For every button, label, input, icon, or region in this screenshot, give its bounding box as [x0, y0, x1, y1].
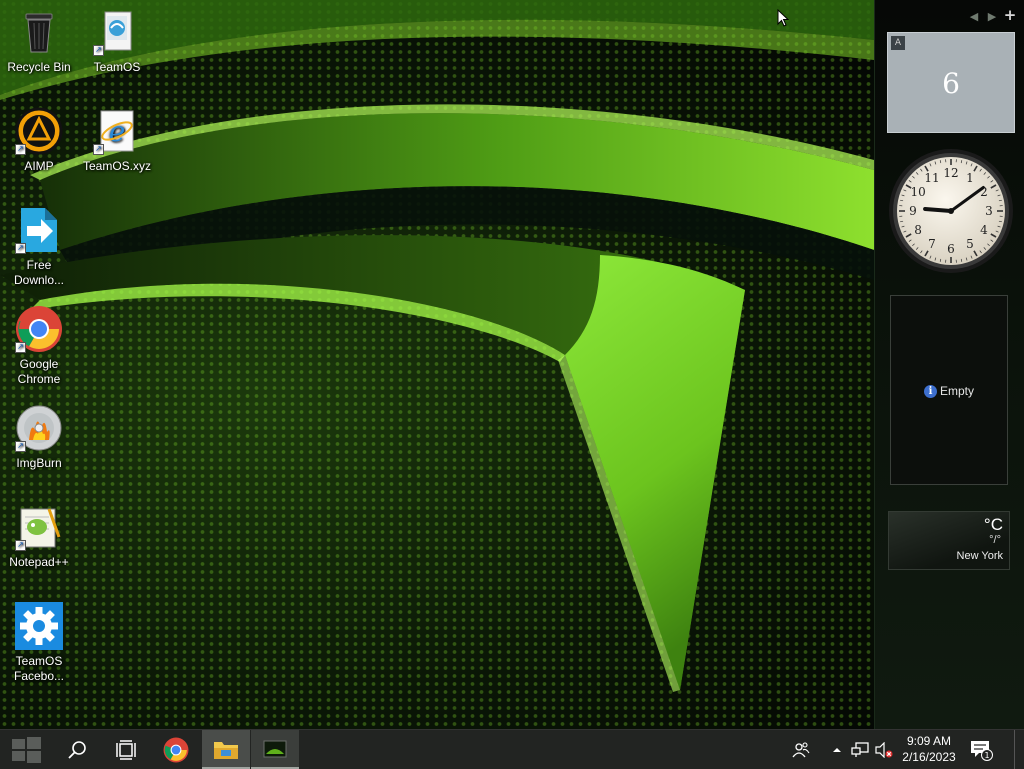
teamos-label: TeamOS [78, 60, 156, 75]
free-download-manager-label: Free Downlo... [0, 258, 78, 288]
weather-temperature: °C [984, 515, 1003, 535]
clock-number: 4 [980, 223, 988, 237]
taskbar-clock[interactable]: 9:09 AM 2/16/2023 [896, 733, 962, 765]
teamos-facebook-desktop-icon[interactable]: TeamOS Facebo... [0, 602, 78, 684]
people-icon [792, 741, 810, 759]
clock-number: 7 [928, 237, 936, 251]
chrome-icon: ↗ [15, 305, 63, 353]
shortcut-arrow-icon: ↗ [15, 540, 26, 551]
shortcut-arrow-icon: ↗ [15, 342, 26, 353]
taskbar-date: 2/16/2023 [896, 749, 962, 765]
svg-text:e: e [109, 115, 126, 148]
clock-gadget[interactable]: 123456789101112 [887, 147, 1015, 275]
sidebar-nav: ◀▶+ [965, 6, 1019, 24]
weather-city: New York [957, 550, 1003, 562]
show-desktop-button[interactable] [1014, 730, 1024, 769]
clock-number: 12 [943, 166, 958, 180]
teamos-facebook-label: TeamOS Facebo... [0, 654, 78, 684]
windows-logo-icon [9, 733, 43, 767]
google-chrome-desktop-icon[interactable]: ↗ Google Chrome [0, 305, 78, 387]
shortcut-arrow-icon: ↗ [93, 144, 104, 155]
search-icon [67, 739, 89, 761]
imgburn-desktop-icon[interactable]: ↗ ImgBurn [0, 404, 78, 471]
slideshow-value: 6 [888, 67, 1014, 100]
aimp-desktop-icon[interactable]: ↗ AIMP [0, 107, 78, 174]
volume-muted-icon [875, 742, 893, 758]
weather-gadget[interactable]: °C °/° New York [888, 511, 1010, 570]
notepad-plus-plus-icon: ↗ [15, 503, 63, 551]
internet-explorer-icon: e ↗ [93, 107, 141, 155]
slideshow-gadget[interactable]: A 6 [887, 32, 1015, 133]
chevron-up-icon [832, 746, 842, 754]
clock-number: 5 [966, 237, 974, 251]
teamos-xyz-label: TeamOS.xyz [78, 159, 156, 174]
notepad-plus-plus-label: Notepad++ [0, 555, 78, 570]
network-button[interactable] [849, 730, 871, 769]
imgburn-label: ImgBurn [0, 456, 78, 471]
clock-number: 10 [910, 185, 925, 199]
sidebar-prev-button[interactable]: ◀ [965, 10, 983, 23]
teamos-xyz-desktop-icon[interactable]: e ↗ TeamOS.xyz [78, 107, 156, 174]
notification-count: 1 [984, 751, 989, 760]
google-chrome-label: Google Chrome [0, 357, 78, 387]
recycle-bin-desktop-icon[interactable]: Recycle Bin [0, 8, 78, 75]
document-icon: ↗ [93, 8, 141, 56]
shortcut-arrow-icon: ↗ [15, 243, 26, 254]
people-button[interactable] [788, 730, 814, 769]
show-hidden-icons-button[interactable] [828, 730, 846, 769]
free-download-manager-desktop-icon[interactable]: ↗ Free Downlo... [0, 206, 78, 288]
feed-gadget[interactable]: iEmpty [890, 295, 1008, 485]
chrome-taskbar-button[interactable] [152, 730, 200, 769]
app-icon [262, 738, 288, 760]
recycle-bin-icon [15, 8, 63, 56]
start-button[interactable] [2, 730, 50, 769]
clock-number: 6 [947, 242, 955, 256]
add-gadget-button[interactable]: + [1001, 6, 1019, 24]
shortcut-arrow-icon: ↗ [15, 441, 26, 452]
mouse-cursor-icon [777, 9, 789, 27]
teamos-desktop-icon[interactable]: ↗ TeamOS [78, 8, 156, 75]
sidebar-next-button[interactable]: ▶ [983, 10, 1001, 23]
download-manager-icon: ↗ [15, 206, 63, 254]
weather-range: °/° [989, 534, 1001, 546]
analog-clock-face: 123456789101112 [887, 147, 1015, 275]
task-view-icon [115, 739, 137, 761]
imgburn-disc-icon: ↗ [15, 404, 63, 452]
task-view-button[interactable] [102, 730, 150, 769]
folder-icon [213, 738, 239, 760]
chrome-icon [163, 737, 189, 763]
file-explorer-taskbar-button[interactable] [202, 730, 250, 769]
clock-hour-hand [925, 209, 951, 211]
clock-number: 11 [924, 171, 939, 185]
info-icon: i [924, 385, 937, 398]
desktop[interactable]: Recycle Bin ↗ TeamOS ↗ AIMP [0, 0, 874, 729]
clock-number: 9 [909, 204, 917, 218]
feed-status-text: Empty [940, 384, 974, 398]
taskbar-time: 9:09 AM [896, 733, 962, 749]
notepad-plus-plus-desktop-icon[interactable]: ↗ Notepad++ [0, 503, 78, 570]
recycle-bin-label: Recycle Bin [0, 60, 78, 75]
shortcut-arrow-icon: ↗ [93, 45, 104, 56]
aimp-label: AIMP [0, 159, 78, 174]
settings-gear-icon [15, 602, 63, 650]
app-taskbar-button[interactable] [251, 730, 299, 769]
clock-number: 3 [985, 204, 993, 218]
shortcut-arrow-icon: ↗ [15, 144, 26, 155]
gadget-sidebar: ◀▶+ A 6 123456789101112 iEmpty [874, 0, 1024, 729]
network-icon [851, 742, 869, 758]
clock-number: 1 [966, 171, 974, 185]
clock-number: 8 [914, 223, 922, 237]
slideshow-corner-label: A [891, 36, 905, 50]
action-center-button[interactable]: 1 [966, 730, 996, 769]
taskbar: 9:09 AM 2/16/2023 1 [0, 729, 1024, 769]
search-button[interactable] [54, 730, 102, 769]
aimp-icon: ↗ [15, 107, 63, 155]
feed-empty-message: iEmpty [891, 384, 1007, 398]
volume-button[interactable] [873, 730, 895, 769]
notification-icon: 1 [969, 739, 993, 761]
